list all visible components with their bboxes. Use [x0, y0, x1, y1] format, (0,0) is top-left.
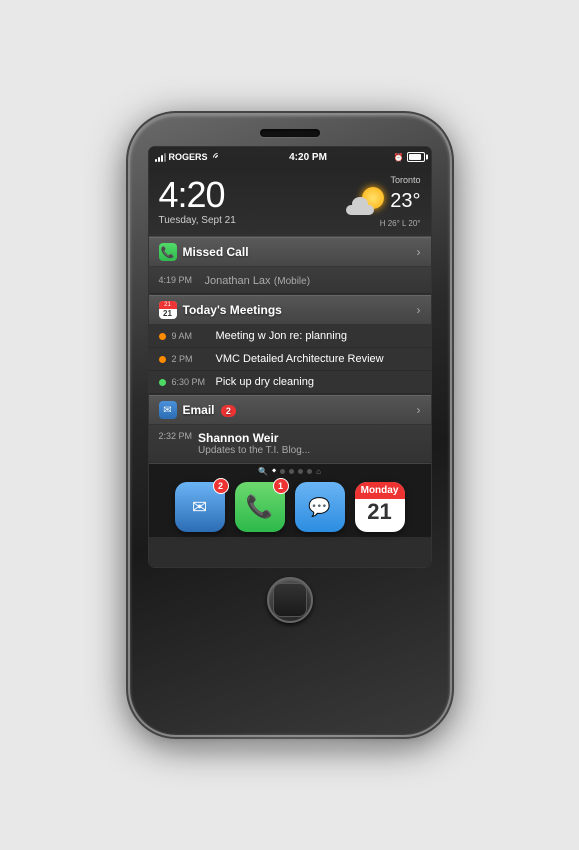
phone-badge: 1 [273, 478, 289, 494]
meeting-dot-1 [159, 333, 166, 340]
meeting-row-3: 6:30 PM Pick up dry cleaning [149, 371, 431, 394]
battery-icon [407, 152, 425, 162]
meetings-list: 9 AM Meeting w Jon re: planning 2 PM VMC… [149, 325, 431, 394]
phone-body: ROGERS 4:20 PM ⏰ 4:20 Tuesday, [130, 115, 450, 735]
dock-mail-app[interactable]: ✉ 2 [175, 482, 225, 532]
email-section: ✉ Email 2 › 2:32 PM Shannon Weir [149, 395, 431, 462]
status-time: 4:20 PM [289, 152, 327, 163]
email-content: Shannon Weir Updates to the T.I. Blog... [198, 431, 310, 456]
screen: ROGERS 4:20 PM ⏰ 4:20 Tuesday, [149, 147, 431, 567]
email-header-left: ✉ Email 2 [159, 401, 236, 419]
weather-icon [346, 185, 386, 217]
home-button[interactable] [267, 577, 313, 623]
carrier-label: ROGERS [169, 152, 208, 162]
email-title: Email 2 [183, 403, 236, 417]
meeting-row-1: 9 AM Meeting w Jon re: planning [149, 325, 431, 348]
messages-icon: 💬 [308, 497, 330, 518]
meeting-title-3: Pick up dry cleaning [216, 376, 314, 388]
email-row: 2:32 PM Shannon Weir Updates to the T.I.… [149, 425, 431, 462]
home-icon: ⌂ [316, 467, 321, 476]
page-dot-4 [298, 469, 303, 474]
dock: 🔍 ⬥ ⌂ ✉ 2 📞 1 [149, 463, 431, 537]
dock-messages-app[interactable]: 💬 [295, 482, 345, 532]
meeting-dot-3 [159, 379, 166, 386]
meeting-time-1: 9 AM [172, 331, 210, 341]
alarm-icon: ⏰ [394, 153, 404, 162]
weather-temp-row: 23° [346, 185, 420, 217]
missed-call-chevron-icon: › [417, 245, 421, 259]
meeting-title-1: Meeting w Jon re: planning [216, 330, 347, 342]
meeting-title-2: VMC Detailed Architecture Review [216, 353, 384, 365]
weather-display: Toronto 23° H 26° L 20° [346, 175, 420, 228]
missed-call-time: 4:19 PM [159, 275, 199, 285]
meeting-row-2: 2 PM VMC Detailed Architecture Review [149, 348, 431, 371]
email-badge: 2 [221, 405, 236, 417]
dock-page-dots: 🔍 ⬥ ⌂ [258, 467, 321, 476]
meetings-chevron-icon: › [417, 303, 421, 317]
page-dot-2 [280, 469, 285, 474]
phone-app-icon: 📞 [159, 243, 177, 261]
wifi-icon [213, 153, 223, 161]
weather-hi-lo: H 26° L 20° [380, 219, 421, 228]
missed-call-header[interactable]: 📞 Missed Call › [149, 237, 431, 267]
signal-bars-icon [155, 153, 166, 162]
email-header[interactable]: ✉ Email 2 › [149, 395, 431, 425]
meetings-header[interactable]: 21 21 Today's Meetings › [149, 295, 431, 325]
meetings-header-left: 21 21 Today's Meetings [159, 301, 282, 319]
dock-calendar-app[interactable]: Monday 21 [355, 482, 405, 532]
page-dot-3 [289, 469, 294, 474]
meeting-time-3: 6:30 PM [172, 377, 210, 387]
home-button-area [267, 577, 313, 623]
missed-call-title: Missed Call [183, 245, 249, 259]
meeting-dot-2 [159, 356, 166, 363]
status-right: ⏰ [394, 152, 425, 162]
status-left: ROGERS [155, 152, 223, 162]
speaker [260, 129, 320, 137]
meeting-time-2: 2 PM [172, 354, 210, 364]
missed-call-section: 📞 Missed Call › 4:19 PM Jonathan Lax (Mo… [149, 237, 431, 294]
mail-badge: 2 [213, 478, 229, 494]
clock-time: 4:20 [159, 177, 236, 213]
calendar-day-number: 21 [367, 499, 391, 525]
status-bar: ROGERS 4:20 PM ⏰ [149, 147, 431, 167]
email-time: 2:32 PM [159, 431, 193, 441]
email-chevron-icon: › [417, 403, 421, 417]
missed-call-row: 4:19 PM Jonathan Lax (Mobile) [149, 267, 431, 294]
missed-call-caller: Jonathan Lax (Mobile) [205, 273, 311, 287]
dock-phone-app[interactable]: 📞 1 [235, 482, 285, 532]
search-icon: 🔍 [258, 467, 268, 476]
screen-content: 4:20 Tuesday, Sept 21 Toronto 23° H 26° … [149, 167, 431, 567]
calendar-app-icon: 21 21 [159, 301, 177, 319]
clock-weather-widget: 4:20 Tuesday, Sept 21 Toronto 23° H 26° … [149, 167, 431, 237]
meetings-title: Today's Meetings [183, 303, 282, 317]
email-preview: Updates to the T.I. Blog... [198, 445, 310, 456]
email-sender: Shannon Weir [198, 431, 310, 445]
meetings-section: 21 21 Today's Meetings › 9 AM Meeting w … [149, 295, 431, 394]
phone-icon: 📞 [246, 494, 273, 520]
cloud-icon [346, 201, 374, 215]
weather-temperature: 23° [390, 190, 420, 213]
clock-display: 4:20 Tuesday, Sept 21 [159, 177, 236, 226]
dock-icons: ✉ 2 📞 1 💬 Monday 21 [165, 476, 415, 538]
home-button-inner [273, 583, 307, 617]
mail-icon: ✉ [192, 497, 207, 518]
calendar-month-label: Monday [355, 482, 405, 499]
page-dot-5 [307, 469, 312, 474]
missed-call-header-left: 📞 Missed Call [159, 243, 249, 261]
mail-app-icon: ✉ [159, 401, 177, 419]
clock-date: Tuesday, Sept 21 [159, 215, 236, 226]
weather-city: Toronto [390, 175, 420, 185]
home-screen-dot: ⬥ [272, 468, 276, 475]
